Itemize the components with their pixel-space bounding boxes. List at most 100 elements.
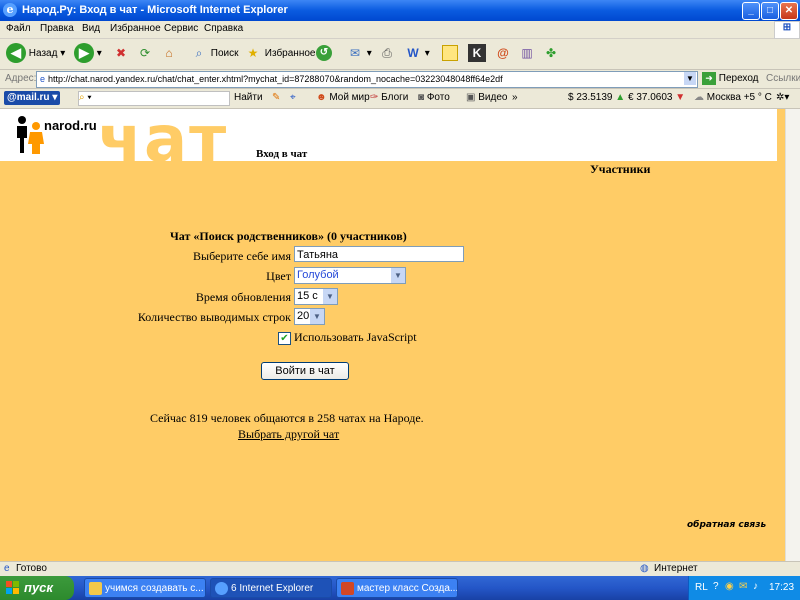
windows-flag-icon: [6, 581, 19, 594]
blogs-icon: ✑: [370, 92, 379, 103]
mail-button[interactable]: ✉ ▾: [346, 43, 372, 65]
back-button[interactable]: ◀ Назад ▾: [6, 43, 65, 65]
binoculars-icon[interactable]: ⌖: [290, 92, 296, 103]
weather[interactable]: ☁ Москва +5 ° C: [694, 92, 772, 103]
photo-label: Фото: [426, 92, 450, 103]
blogs-link[interactable]: ✑ Блоги: [370, 92, 408, 103]
home-button[interactable]: ⌂: [160, 43, 178, 65]
globe-icon: ◍: [640, 563, 649, 574]
taskbar-item-powerpoint[interactable]: мастер класс Созда...: [336, 578, 458, 598]
color-select[interactable]: Голубой ▼: [294, 267, 406, 284]
language-indicator[interactable]: RL: [695, 582, 708, 593]
refresh-icon: ⟳: [139, 46, 151, 61]
menu-help[interactable]: Справка: [204, 23, 243, 34]
print-button[interactable]: ⎙: [378, 43, 396, 65]
address-url: http://chat.narod.yandex.ru/chat/chat_en…: [48, 74, 503, 84]
k-button[interactable]: K: [468, 43, 486, 65]
refresh-button[interactable]: ⟳: [136, 43, 154, 65]
menu-edit[interactable]: Правка: [40, 23, 74, 34]
menu-file[interactable]: Файл: [6, 23, 31, 34]
menu-view[interactable]: Вид: [82, 23, 100, 34]
folder-icon: [89, 582, 102, 595]
page-done-icon: e: [4, 563, 10, 574]
settings-icon[interactable]: ✲▾: [776, 92, 789, 103]
blogs-label: Блоги: [381, 92, 409, 103]
go-button[interactable]: ➜ Переход: [702, 72, 759, 85]
search-button[interactable]: ⌕ Поиск: [190, 43, 239, 65]
taskbar-item-folder[interactable]: учимся создавать с...: [84, 578, 206, 598]
history-button[interactable]: ↺: [316, 43, 332, 65]
eur-value: € 37.0603: [628, 92, 673, 103]
rows-select[interactable]: 20 ▼: [294, 308, 325, 325]
chat-logo-word: чат: [98, 109, 229, 177]
system-tray: RL ? ◉ ✉ ♪ 17:23: [688, 576, 800, 600]
minimize-button[interactable]: _: [742, 2, 760, 20]
speaker-icon[interactable]: ♪: [753, 581, 758, 592]
other-chat-link[interactable]: Выбрать другой чат: [238, 427, 339, 442]
search-icon: ⌕: [79, 92, 85, 103]
page-header: чат narod.ru Вход в чат: [0, 109, 777, 177]
tray-app-icon[interactable]: ◉: [725, 581, 734, 592]
menu-tools[interactable]: Сервис: [164, 23, 198, 34]
color-label: Цвет: [266, 269, 291, 283]
print-icon: ⎙: [382, 46, 392, 61]
help-icon[interactable]: ?: [713, 581, 719, 592]
menu-bar: Файл Правка Вид Избранное Сервис Справка…: [0, 21, 800, 39]
form-title: Чат «Поиск родственников» (0 участников): [170, 229, 407, 243]
mail-icon: ✉: [349, 46, 361, 61]
enter-chat-button[interactable]: Войти в чат: [261, 362, 349, 380]
address-input[interactable]: e http://chat.narod.yandex.ru/chat/chat_e…: [36, 71, 698, 88]
eur-rate: € 37.0603 ▼: [628, 92, 685, 103]
more-chevron-icon[interactable]: »: [512, 92, 518, 103]
stop-button[interactable]: ✖: [112, 43, 130, 65]
cloud-icon: ☁: [694, 92, 704, 103]
messenger-button[interactable]: ✤: [542, 43, 560, 65]
mailru-logo[interactable]: @mail.ru ▾: [4, 91, 60, 105]
task-label: учимся создавать с...: [105, 583, 204, 594]
pencil-icon[interactable]: ✎: [272, 92, 280, 103]
refresh-value: 15 с: [297, 290, 318, 302]
books-icon: ▥: [521, 46, 533, 61]
forward-arrow-icon: ▶: [74, 43, 94, 64]
video-link[interactable]: ▣ Видео: [466, 92, 507, 103]
menu-favorites[interactable]: Избранное: [110, 23, 161, 34]
maximize-button[interactable]: □: [761, 2, 779, 20]
narod-people-icon: [17, 116, 44, 154]
at-button[interactable]: @: [494, 43, 512, 65]
narod-logo-text[interactable]: narod.ru: [44, 118, 97, 133]
tray-mail-icon[interactable]: ✉: [739, 581, 747, 592]
favorites-button[interactable]: ★ Избранное: [244, 43, 316, 65]
ie-icon: e: [3, 3, 17, 17]
close-button[interactable]: ✕: [780, 2, 798, 20]
discuss-button[interactable]: [442, 43, 458, 65]
note-icon: [442, 45, 458, 62]
start-button[interactable]: пуск: [0, 576, 74, 600]
myworld-link[interactable]: ☻ Мой мир: [316, 92, 370, 103]
myworld-label: Мой мир: [329, 92, 370, 103]
color-value: Голубой: [297, 269, 339, 281]
messenger-icon: ✤: [545, 46, 557, 61]
photo-link[interactable]: ◙ Фото: [418, 92, 450, 103]
edit-button[interactable]: W ▾: [404, 43, 429, 65]
stop-icon: ✖: [115, 46, 127, 61]
status-bar: e Готово ◍ Интернет: [0, 561, 800, 577]
go-arrow-icon: ➜: [702, 72, 716, 85]
feedback-link[interactable]: обратная связь: [687, 520, 766, 530]
mailru-search-input[interactable]: ⌕ ▾: [78, 91, 230, 106]
mailru-find-button[interactable]: Найти: [234, 92, 263, 103]
participants-title: Участники: [590, 162, 651, 176]
forward-button[interactable]: ▶ ▾: [74, 43, 102, 65]
javascript-checkbox[interactable]: ✔: [278, 332, 291, 345]
go-label: Переход: [718, 73, 759, 85]
taskbar-item-ie[interactable]: 6 Internet Explorer: [210, 578, 332, 598]
research-button[interactable]: ▥: [518, 43, 536, 65]
name-input[interactable]: Татьяна: [294, 246, 464, 262]
back-arrow-icon: ◀: [6, 43, 26, 64]
links-label[interactable]: Ссылки: [766, 73, 800, 84]
vertical-scrollbar[interactable]: [785, 109, 800, 561]
zone-text: Интернет: [654, 563, 698, 574]
task-label: 6 Internet Explorer: [231, 583, 314, 594]
refresh-select[interactable]: 15 с ▼: [294, 288, 338, 305]
address-dropdown[interactable]: ▼: [684, 72, 696, 85]
taskbar: пуск учимся создавать с... 6 Internet Ex…: [0, 576, 800, 600]
